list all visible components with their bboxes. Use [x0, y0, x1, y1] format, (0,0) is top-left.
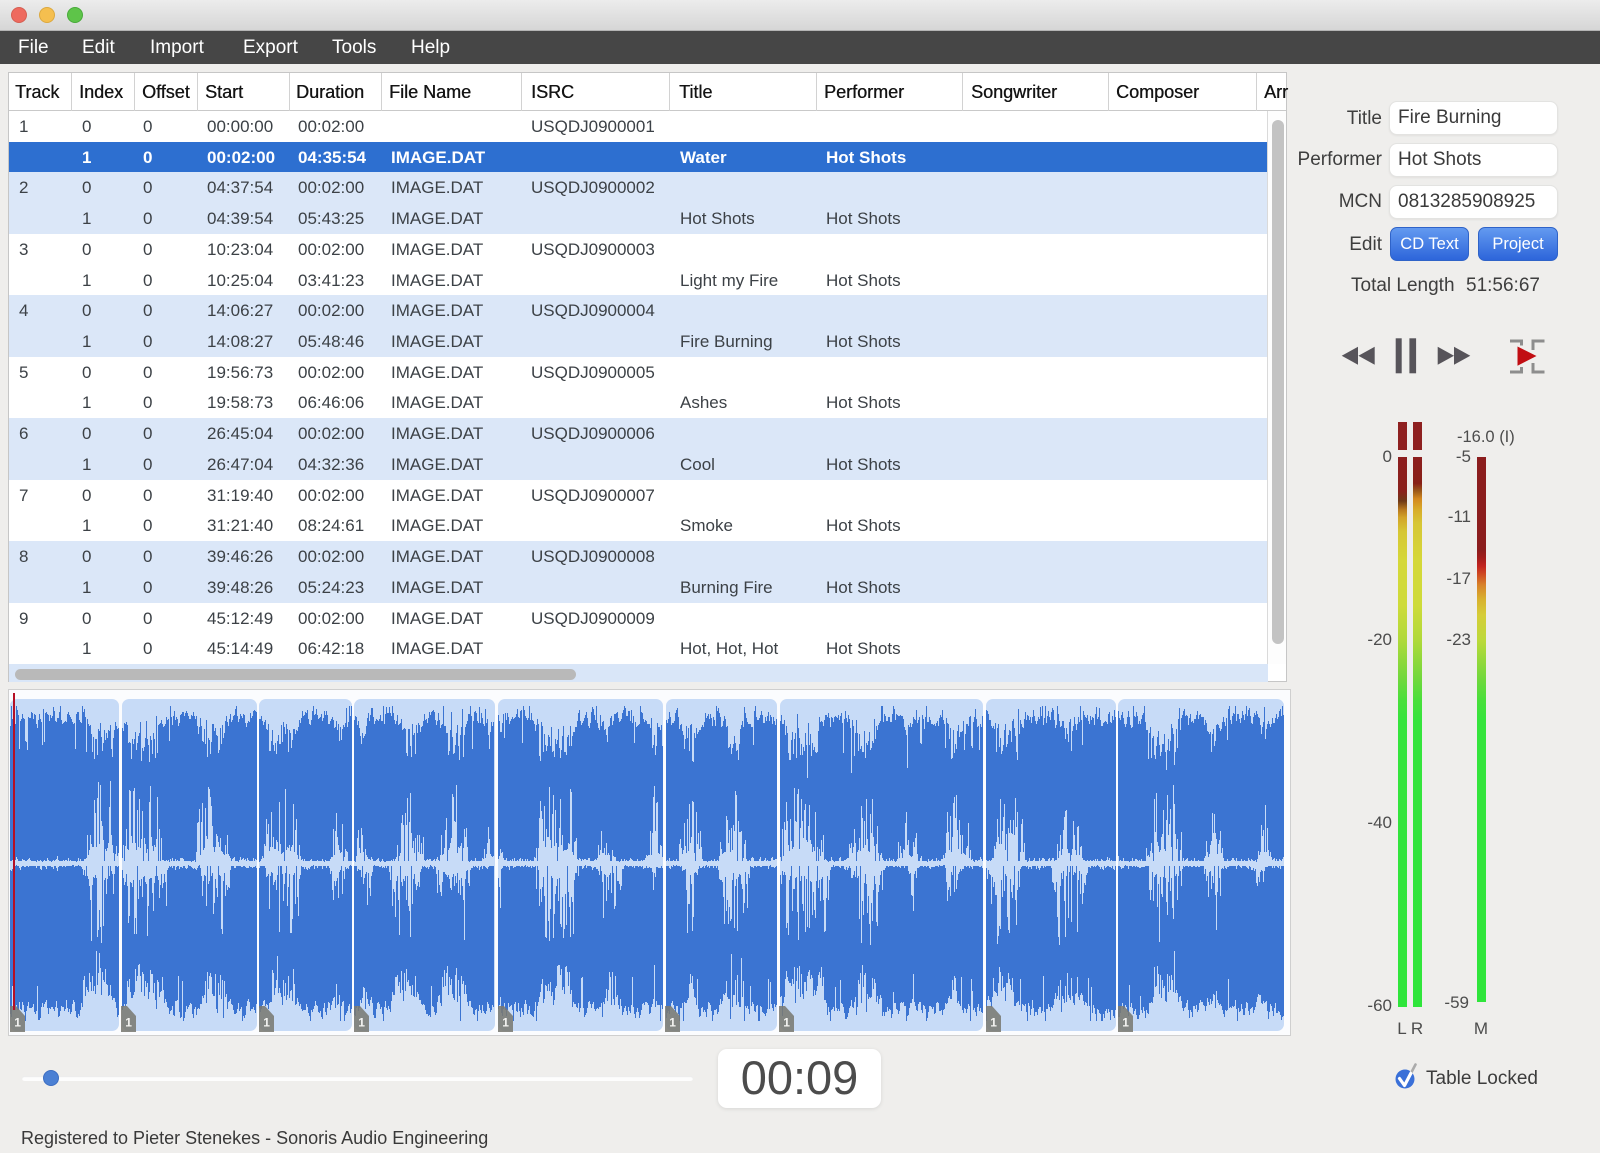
- svg-text:1: 1: [125, 1016, 132, 1030]
- svg-text:1: 1: [1122, 1016, 1129, 1030]
- svg-text:1: 1: [263, 1016, 270, 1030]
- svg-text:1: 1: [14, 1016, 21, 1030]
- svg-text:1: 1: [358, 1016, 365, 1030]
- svg-text:1: 1: [990, 1016, 997, 1030]
- svg-text:1: 1: [669, 1016, 676, 1030]
- svg-text:1: 1: [783, 1016, 790, 1030]
- svg-text:1: 1: [502, 1016, 509, 1030]
